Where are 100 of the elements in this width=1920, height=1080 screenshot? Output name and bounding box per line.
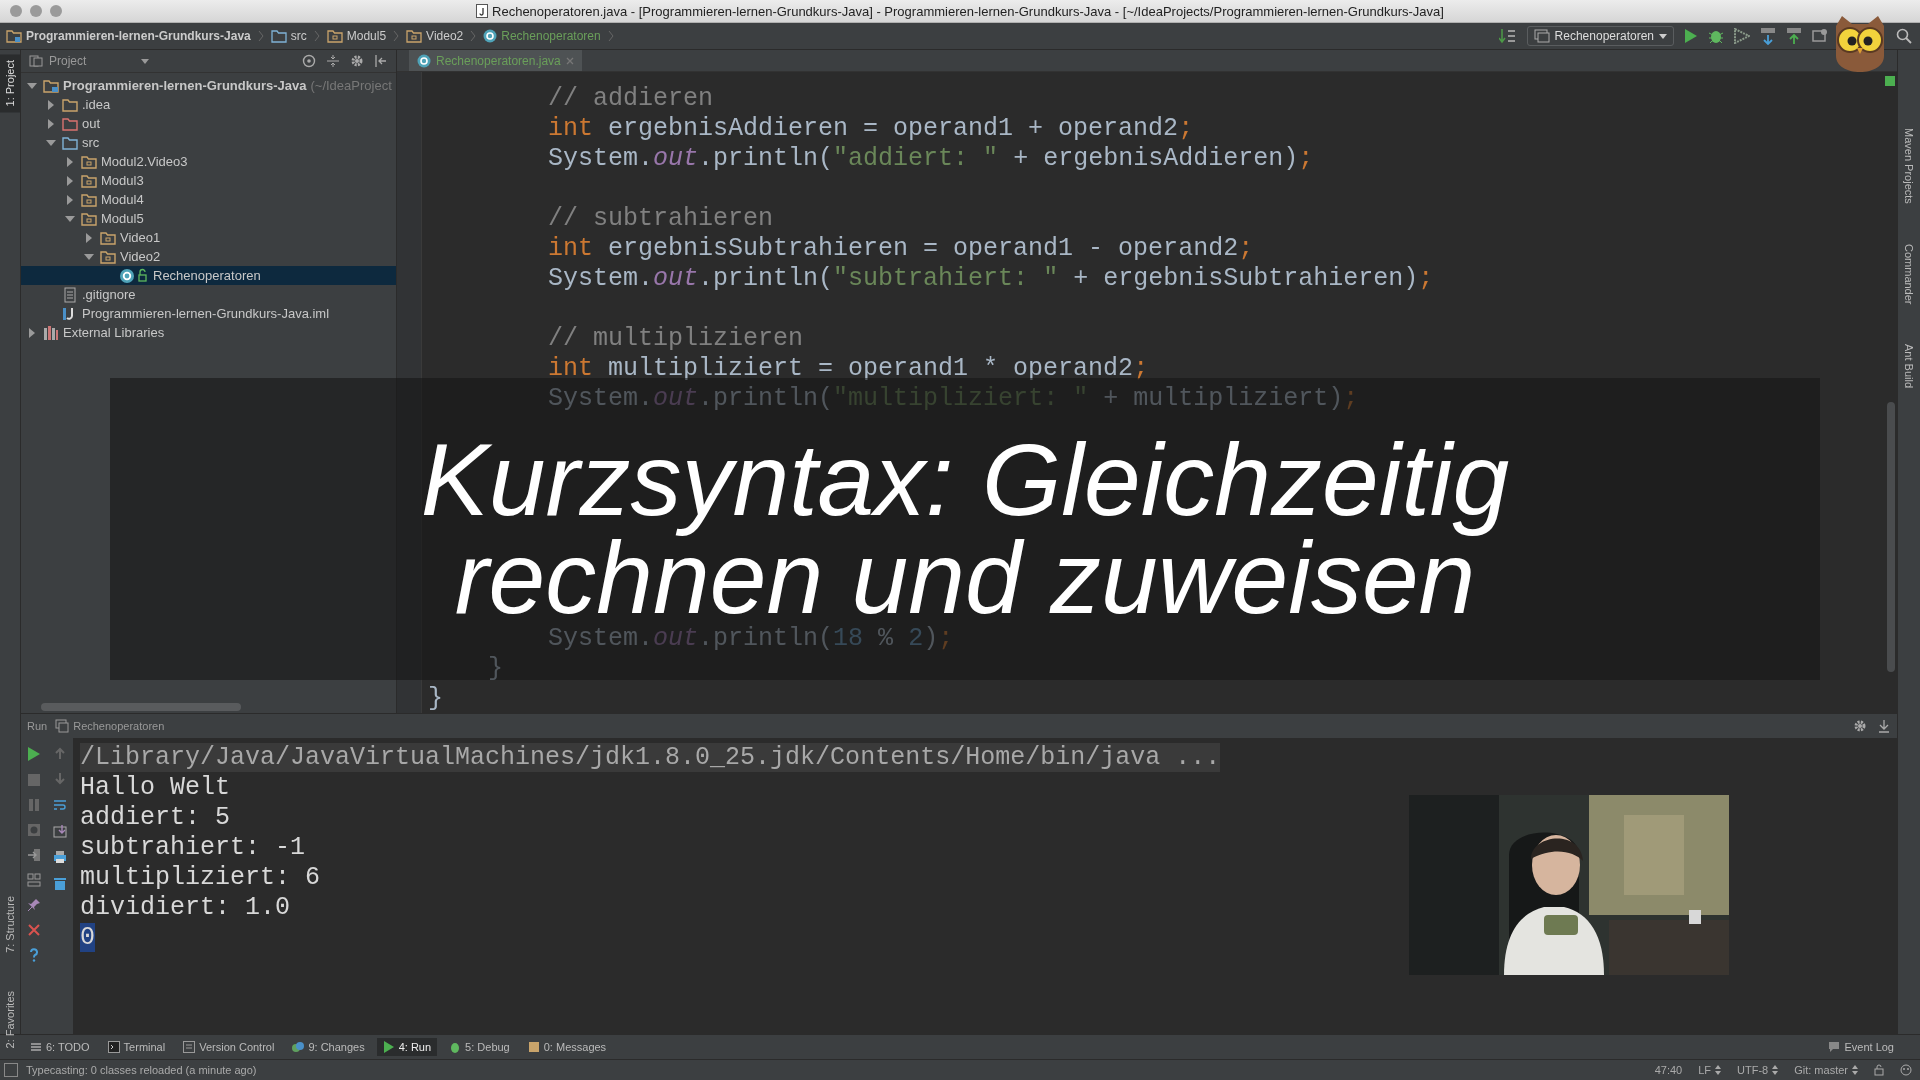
tree-item[interactable]: Modul4 xyxy=(101,192,144,207)
expanded-arrow-icon[interactable] xyxy=(46,137,56,148)
code-line: } xyxy=(427,683,444,713)
trash-icon[interactable] xyxy=(53,876,67,890)
bug-icon[interactable] xyxy=(1708,28,1724,44)
tree-item[interactable]: External Libraries xyxy=(63,325,165,340)
expanded-arrow-icon[interactable] xyxy=(27,80,37,91)
pin-icon[interactable] xyxy=(27,898,41,912)
window-icon xyxy=(29,54,43,68)
scrollbar[interactable] xyxy=(1887,402,1895,672)
collapsed-arrow-icon[interactable] xyxy=(46,118,56,129)
panel-toggle-icon[interactable] xyxy=(4,1063,18,1077)
project-view-dropdown[interactable]: Project xyxy=(29,54,149,68)
zoom-window-icon[interactable] xyxy=(50,5,62,17)
collapsed-arrow-icon[interactable] xyxy=(27,327,37,338)
collapse-icon[interactable] xyxy=(326,54,340,68)
tree-item[interactable]: Modul3 xyxy=(101,173,144,188)
code-line: int ergebnisAddieren = operand1 + operand2; xyxy=(547,113,1195,143)
commit-icon[interactable] xyxy=(1786,27,1802,45)
layout-icon[interactable] xyxy=(27,873,41,887)
scroll-end-icon[interactable] xyxy=(53,824,67,838)
tool-window-button[interactable]: Version Control xyxy=(177,1038,281,1056)
face-icon[interactable] xyxy=(1900,1064,1912,1076)
hide-panel-icon[interactable] xyxy=(374,54,388,68)
wrap-icon[interactable] xyxy=(53,798,67,812)
collapsed-arrow-icon[interactable] xyxy=(65,156,75,167)
tool-window-tab[interactable]: 2: Favorites xyxy=(0,985,20,1055)
tool-window-button[interactable]: 5: Debug xyxy=(443,1038,516,1056)
tree-item[interactable]: Modul5 xyxy=(101,211,144,226)
terminal-icon xyxy=(107,1041,120,1053)
coverage-icon[interactable] xyxy=(1734,28,1750,44)
folder-icon xyxy=(81,211,97,226)
tree-item[interactable]: src xyxy=(82,135,100,150)
file-icon xyxy=(476,4,489,18)
settings-icon[interactable] xyxy=(350,54,364,68)
tree-item[interactable]: Programmieren-lernen-Grundkurs-Java.iml xyxy=(82,306,330,321)
target-icon[interactable] xyxy=(302,54,316,68)
folder-icon xyxy=(43,78,59,93)
lock-icon[interactable] xyxy=(1874,1064,1884,1076)
exit-icon[interactable] xyxy=(27,848,41,862)
expanded-arrow-icon[interactable] xyxy=(84,251,94,262)
branch-selector[interactable]: Git: master xyxy=(1794,1064,1858,1076)
tool-window-button[interactable]: 0: Messages xyxy=(521,1038,613,1056)
search-icon[interactable] xyxy=(1896,28,1912,44)
tree-item[interactable]: Programmieren-lernen-Grundkurs-Java xyxy=(63,78,307,93)
collapsed-arrow-icon[interactable] xyxy=(84,232,94,243)
breadcrumb[interactable]: Video2 xyxy=(406,29,464,43)
chevron-icon xyxy=(313,30,320,42)
collapsed-arrow-icon[interactable] xyxy=(46,99,56,110)
tool-window-tab[interactable]: Maven Projects xyxy=(1903,128,1915,204)
library-icon xyxy=(43,324,59,341)
breadcrumb[interactable]: src xyxy=(270,29,307,43)
encoding-selector[interactable]: UTF-8 xyxy=(1737,1064,1779,1076)
bug-icon xyxy=(449,1041,462,1053)
line-separator-selector[interactable]: LF xyxy=(1698,1064,1722,1076)
run-configuration-dropdown[interactable]: Rechenoperatoren xyxy=(1526,26,1674,46)
sort-icon[interactable] xyxy=(1498,28,1517,44)
settings-icon[interactable] xyxy=(1853,719,1867,733)
tool-window-tab[interactable]: 7: Structure xyxy=(0,890,20,959)
breadcrumb[interactable]: Modul5 xyxy=(326,29,387,43)
breadcrumb[interactable]: Rechenoperatoren xyxy=(483,29,601,43)
tool-window-tab[interactable]: Commander xyxy=(1903,243,1915,305)
code-line: // multiplizieren xyxy=(547,323,805,353)
expanded-arrow-icon[interactable] xyxy=(65,213,75,224)
tool-window-tab[interactable]: Ant Build xyxy=(1903,344,1915,389)
run-icon xyxy=(382,1041,395,1053)
console-line: addiert: 5 xyxy=(80,802,231,832)
tree-item[interactable]: .idea xyxy=(82,97,111,112)
breadcrumb[interactable]: Programmieren-lernen-Grundkurs-Java xyxy=(6,29,251,43)
minimize-window-icon[interactable] xyxy=(30,5,42,17)
class-icon xyxy=(417,53,431,68)
collapsed-arrow-icon[interactable] xyxy=(65,194,75,205)
update-icon[interactable] xyxy=(1760,27,1776,45)
event-log-button[interactable]: Event Log xyxy=(1822,1038,1900,1056)
print-icon[interactable] xyxy=(53,850,67,864)
tree-item[interactable]: .gitignore xyxy=(82,287,136,302)
tree-item[interactable]: Modul2.Video3 xyxy=(101,154,188,169)
run-icon[interactable] xyxy=(1684,28,1698,44)
tool-window-button[interactable]: 9: Changes xyxy=(286,1038,371,1056)
close-icon[interactable] xyxy=(27,923,41,937)
window-icon[interactable] xyxy=(1812,28,1828,44)
tool-window-tab[interactable]: 1: Project xyxy=(0,54,20,113)
help-icon[interactable] xyxy=(27,948,41,962)
tool-window-button[interactable]: 6: TODO xyxy=(24,1038,96,1056)
rerun-icon[interactable] xyxy=(27,746,41,762)
caret-position[interactable]: 47:40 xyxy=(1654,1064,1683,1076)
scrollbar[interactable] xyxy=(41,703,241,711)
tool-window-button[interactable]: 4: Run xyxy=(376,1038,438,1056)
collapsed-arrow-icon[interactable] xyxy=(65,175,75,186)
close-window-icon[interactable] xyxy=(10,5,22,17)
document-icon xyxy=(183,1041,196,1053)
folder-icon xyxy=(81,154,97,169)
tree-item[interactable]: out xyxy=(82,116,101,131)
hide-panel-icon[interactable] xyxy=(1877,719,1891,733)
tree-item[interactable]: Video2 xyxy=(120,249,161,264)
tool-window-button[interactable]: Terminal xyxy=(101,1038,172,1056)
circles-icon xyxy=(292,1041,305,1053)
chevron-icon xyxy=(607,30,614,42)
tree-item[interactable]: Video1 xyxy=(120,230,161,245)
run-tab[interactable]: Rechenoperatoren xyxy=(55,719,165,733)
